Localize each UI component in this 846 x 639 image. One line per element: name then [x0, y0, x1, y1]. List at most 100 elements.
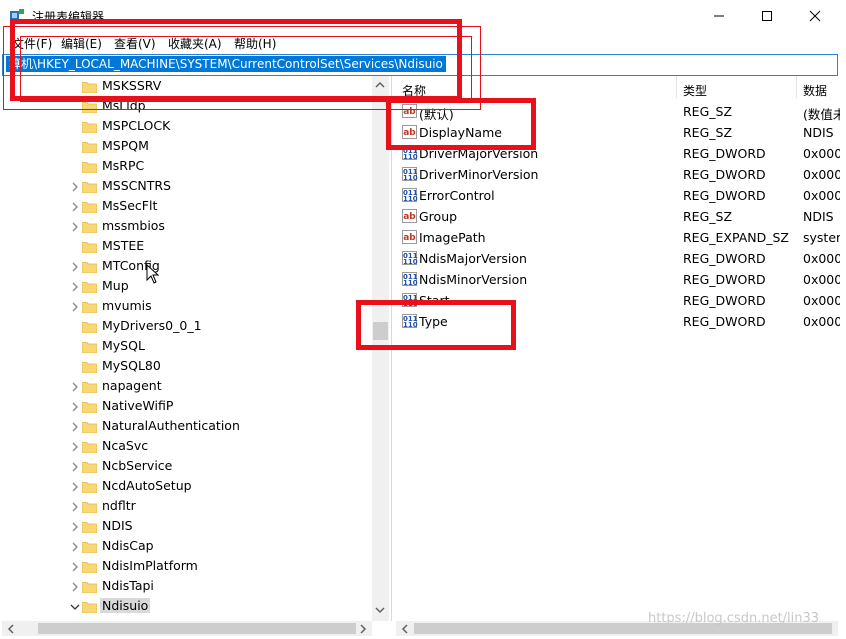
chevron-right-icon[interactable] [70, 441, 80, 453]
tree-item[interactable]: MSPQM [2, 137, 374, 157]
tree-item[interactable]: MSPCLOCK [2, 117, 374, 137]
chevron-right-icon[interactable] [70, 421, 80, 433]
column-header-type[interactable]: 类型 [683, 82, 707, 99]
folder-icon [81, 541, 98, 554]
tree-item[interactable]: NDIS [2, 517, 374, 537]
chevron-right-icon[interactable] [70, 501, 80, 513]
tree-item[interactable]: MSSCNTRS [2, 177, 374, 197]
string-value-icon: ab [402, 209, 417, 223]
chevron-right-icon[interactable] [70, 281, 80, 293]
value-name: Group [419, 209, 458, 224]
tree-item[interactable]: NdisImPlatform [2, 557, 374, 577]
folder-icon [81, 241, 98, 254]
value-data: 0x000 [803, 272, 840, 287]
value-data: 0x000 [803, 251, 840, 266]
close-button[interactable] [792, 0, 838, 32]
value-row[interactable]: 011 110 NdisMajorVersion REG_DWORD 0x000 [394, 248, 840, 269]
maximize-button[interactable] [744, 0, 790, 32]
tree-item[interactable]: MySQL [2, 337, 374, 357]
tree-item-label: NcbService [102, 458, 173, 473]
tree-item[interactable]: napagent [2, 377, 374, 397]
tree-item[interactable]: Ndisuio [2, 597, 374, 617]
chevron-right-icon[interactable] [70, 221, 80, 233]
value-row[interactable]: 011 110 ErrorControl REG_DWORD 0x000 [394, 185, 840, 206]
folder-icon [81, 281, 98, 294]
tree-item[interactable]: ndfltr [2, 497, 374, 517]
chevron-right-icon[interactable] [70, 581, 80, 593]
key-tree[interactable]: MSKSSRV MsLldp MSPCLOCK MSPQM MsRPC MSSCNTRS M… [2, 76, 392, 621]
tree-item[interactable]: NcaSvc [2, 437, 374, 457]
annotation-box-displayname [386, 98, 536, 150]
value-type: REG_DWORD [683, 293, 766, 308]
tree-item-label: NdisImPlatform [102, 558, 198, 573]
chevron-right-icon[interactable] [70, 181, 80, 193]
column-header-data[interactable]: 数据 [803, 82, 827, 99]
tree-item-label: napagent [102, 378, 162, 393]
column-separator[interactable] [676, 76, 677, 98]
value-data: 0x000 [803, 188, 840, 203]
tree-item-label: mssmbios [102, 218, 165, 233]
value-type: REG_EXPAND_SZ [683, 230, 789, 245]
chevron-right-icon[interactable] [70, 561, 80, 573]
tree-item-label: NcaSvc [102, 438, 149, 453]
folder-icon [81, 481, 98, 494]
chevron-right-icon[interactable] [70, 481, 80, 493]
chevron-right-icon[interactable] [70, 381, 80, 393]
tree-item[interactable]: NativeWifiP [2, 397, 374, 417]
folder-icon [81, 261, 98, 274]
chevron-right-icon[interactable] [70, 521, 80, 533]
tree-item-label: MSTEE [102, 238, 145, 253]
folder-icon [81, 321, 98, 334]
tree-item-label: MSPQM [102, 138, 149, 153]
tree-item-label: MySQL80 [102, 358, 161, 373]
tree-item[interactable]: mssmbios [2, 217, 374, 237]
chevron-right-icon[interactable] [70, 201, 80, 213]
chevron-right-icon[interactable] [70, 401, 80, 413]
chevron-down-icon[interactable] [70, 601, 80, 613]
chevron-right-icon[interactable] [70, 541, 80, 553]
value-data: 0x000 [803, 167, 840, 182]
column-separator[interactable] [796, 76, 797, 98]
scroll-left-icon[interactable] [6, 623, 16, 635]
folder-icon [81, 361, 98, 374]
chevron-right-icon[interactable] [70, 301, 80, 313]
tree-item[interactable]: MsRPC [2, 157, 374, 177]
tree-hscroll-thumb[interactable] [38, 623, 356, 634]
binary-value-icon: 011 110 [402, 251, 418, 266]
scroll-right-icon[interactable] [358, 623, 368, 635]
folder-icon [81, 561, 98, 574]
tree-item-label: MsSecFlt [102, 198, 158, 213]
folder-icon [81, 301, 98, 314]
chevron-right-icon[interactable] [70, 461, 80, 473]
tree-item[interactable]: NaturalAuthentication [2, 417, 374, 437]
tree-item[interactable]: MsSecFlt [2, 197, 374, 217]
minimize-button[interactable] [696, 0, 742, 32]
annotation-box-type [356, 300, 516, 350]
folder-icon [81, 141, 98, 154]
tree-item[interactable]: mvumis [2, 297, 374, 317]
tree-item-label: MsRPC [102, 158, 145, 173]
value-row[interactable]: 011 110 DriverMinorVersion REG_DWORD 0x000 [394, 164, 840, 185]
scroll-down-icon[interactable] [374, 605, 386, 615]
value-name: NdisMajorVersion [419, 251, 527, 266]
folder-icon [81, 461, 98, 474]
tree-item[interactable]: MSTEE [2, 237, 374, 257]
tree-item[interactable]: MySQL80 [2, 357, 374, 377]
tree-item[interactable]: NcdAutoSetup [2, 477, 374, 497]
value-type: REG_DWORD [683, 188, 766, 203]
value-row[interactable]: ab Group REG_SZ NDIS [394, 206, 840, 227]
tree-item[interactable]: NcbService [2, 457, 374, 477]
tree-item-label: NcdAutoSetup [102, 478, 192, 493]
scroll-left-icon[interactable] [400, 623, 410, 635]
tree-item[interactable]: Mup [2, 277, 374, 297]
tree-item[interactable]: NdisTapi [2, 577, 374, 597]
tree-item[interactable]: NdisCap [2, 537, 374, 557]
value-data: NDIS [803, 125, 834, 140]
value-row[interactable]: 011 110 NdisMinorVersion REG_DWORD 0x000 [394, 269, 840, 290]
value-row[interactable]: abImagePath REG_EXPAND_SZ system [394, 227, 840, 248]
tree-item-label: NDIS [102, 518, 133, 533]
tree-item[interactable]: MyDrivers0_0_1 [2, 317, 374, 337]
chevron-right-icon[interactable] [70, 261, 80, 273]
tree-item[interactable]: MTConfig [2, 257, 374, 277]
tree-item-label: ndfltr [102, 498, 136, 513]
